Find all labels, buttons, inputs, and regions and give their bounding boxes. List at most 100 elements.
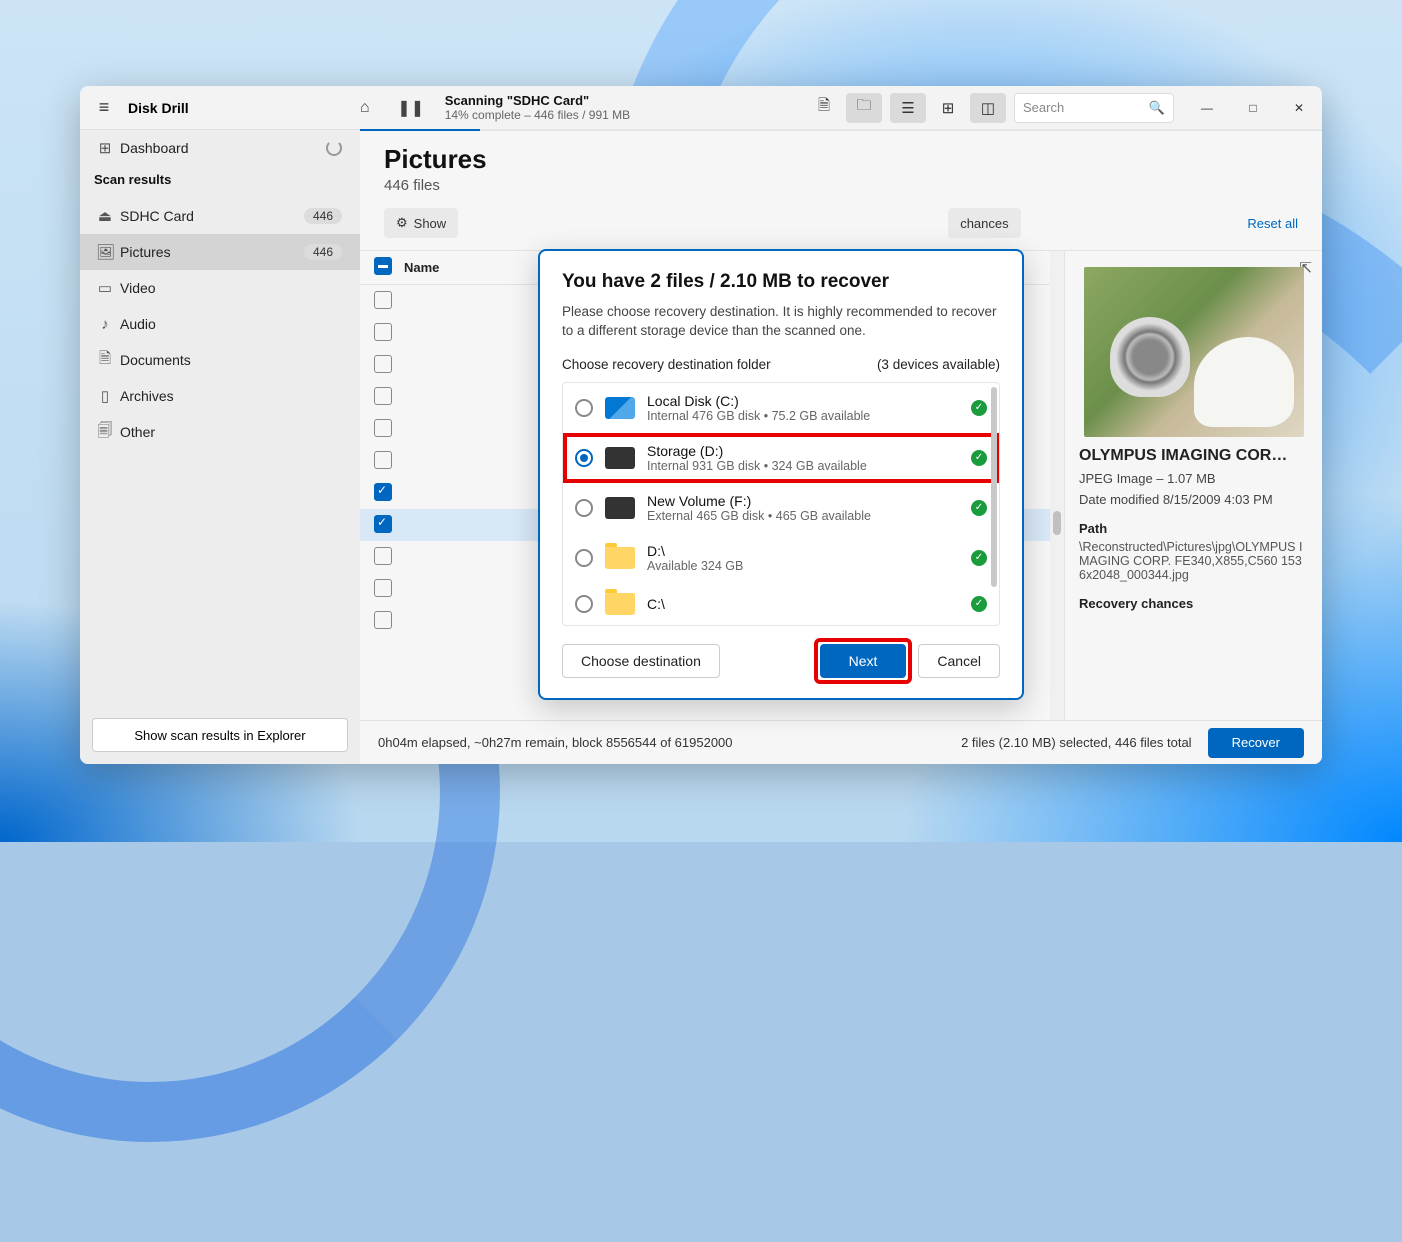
spinner-icon [326, 140, 342, 156]
destination-radio[interactable] [575, 449, 593, 467]
status-selection: 2 files (2.10 MB) selected, 446 files to… [961, 735, 1192, 750]
panel-view-icon[interactable]: ◫ [970, 93, 1006, 123]
show-results-explorer-button[interactable]: Show scan results in Explorer [92, 718, 348, 752]
filter-icon: ⚙ [396, 215, 408, 231]
select-all-checkbox[interactable] [374, 257, 392, 275]
modal-heading: You have 2 files / 2.10 MB to recover [562, 271, 1000, 293]
ok-icon: ✓ [971, 596, 987, 612]
recover-button[interactable]: Recover [1208, 728, 1304, 758]
destination-radio[interactable] [575, 499, 593, 517]
destination-item[interactable]: Local Disk (C:)Internal 476 GB disk • 75… [563, 383, 999, 433]
row-checkbox[interactable] [374, 291, 392, 309]
reset-all-link[interactable]: Reset all [1247, 216, 1298, 231]
minimize-button[interactable]: — [1184, 86, 1230, 130]
preview-chances-label: Recovery chances [1079, 596, 1308, 611]
destination-name: New Volume (F:) [647, 493, 959, 509]
sidebar-item-documents[interactable]: 🗎 Documents [80, 342, 360, 378]
sidebar-item-video[interactable]: ▭ Video [80, 270, 360, 306]
drive-icon [605, 593, 635, 615]
destination-name: C:\ [647, 596, 959, 612]
archives-icon: ▯ [96, 387, 114, 405]
sidebar-label: Audio [120, 316, 156, 332]
sidebar-item-sdhc[interactable]: ⏏ SDHC Card 446 [80, 198, 360, 234]
row-checkbox[interactable] [374, 419, 392, 437]
ok-icon: ✓ [971, 500, 987, 516]
choose-label: Choose recovery destination folder [562, 357, 771, 372]
destination-name: D:\ [647, 543, 959, 559]
search-input[interactable]: Search 🔍 [1014, 93, 1174, 123]
sidebar-label: Documents [120, 352, 191, 368]
drive-icon [605, 397, 635, 419]
row-checkbox[interactable] [374, 547, 392, 565]
row-checkbox[interactable] [374, 387, 392, 405]
preview-date: Date modified 8/15/2009 4:03 PM [1079, 492, 1308, 507]
sidebar-item-pictures[interactable]: 🖼 Pictures 446 [80, 234, 360, 270]
row-checkbox[interactable] [374, 451, 392, 469]
sidebar-label: Archives [120, 388, 174, 404]
scrollbar-thumb[interactable] [1053, 511, 1061, 535]
other-icon: 🗐 [96, 420, 114, 445]
count-badge: 446 [304, 208, 342, 224]
next-button[interactable]: Next [820, 644, 907, 678]
sidebar-label: Video [120, 280, 156, 296]
sidebar-item-other[interactable]: 🗐 Other [80, 414, 360, 450]
close-button[interactable]: ✕ [1276, 86, 1322, 130]
destination-item[interactable]: D:\Available 324 GB ✓ [563, 533, 999, 583]
sidebar-item-archives[interactable]: ▯ Archives [80, 378, 360, 414]
destination-scrollbar[interactable] [991, 387, 997, 587]
maximize-button[interactable]: □ [1230, 86, 1276, 130]
cancel-button[interactable]: Cancel [918, 644, 1000, 678]
next-highlight: Next [818, 642, 909, 680]
sidebar-label: Other [120, 424, 155, 440]
preview-thumbnail [1084, 267, 1304, 437]
destination-sub: Available 324 GB [647, 559, 959, 573]
sidebar-label: SDHC Card [120, 208, 194, 224]
choose-destination-button[interactable]: Choose destination [562, 644, 720, 678]
destination-name: Storage (D:) [647, 443, 959, 459]
destination-list: Local Disk (C:)Internal 476 GB disk • 75… [562, 382, 1000, 626]
table-scrollbar[interactable] [1050, 251, 1064, 720]
show-filter-button[interactable]: ⚙Show [384, 208, 458, 238]
row-checkbox[interactable] [374, 355, 392, 373]
drive-icon [605, 497, 635, 519]
row-checkbox[interactable] [374, 483, 392, 501]
drive-icon: ⏏ [96, 207, 114, 225]
folder-view-icon[interactable]: 🗀 [846, 93, 882, 123]
hamburger-icon[interactable]: ≡ [90, 97, 118, 118]
preview-panel: ⇱ OLYMPUS IMAGING COR… JPEG Image – 1.07… [1064, 251, 1322, 720]
sidebar-label: Pictures [120, 244, 171, 260]
file-view-icon[interactable]: 🗎 [806, 93, 842, 123]
page-subtitle: 446 files [384, 177, 1298, 194]
destination-radio[interactable] [575, 549, 593, 567]
pause-icon[interactable]: ❚❚ [395, 92, 427, 124]
drive-icon [605, 447, 635, 469]
sidebar-dashboard[interactable]: ⊞ Dashboard [80, 130, 360, 166]
scan-progress-track [360, 129, 1322, 131]
grid-view-icon[interactable]: ⊞ [930, 93, 966, 123]
sidebar-item-audio[interactable]: ♪ Audio [80, 306, 360, 342]
search-placeholder: Search [1023, 100, 1064, 115]
destination-item[interactable]: C:\ ✓ [563, 583, 999, 625]
scan-title: Scanning "SDHC Card" [445, 93, 630, 108]
destination-radio[interactable] [575, 595, 593, 613]
sidebar-label: Dashboard [120, 140, 189, 156]
row-checkbox[interactable] [374, 323, 392, 341]
preview-path-label: Path [1079, 521, 1308, 536]
pictures-icon: 🖼 [96, 243, 114, 261]
ok-icon: ✓ [971, 450, 987, 466]
preview-type: JPEG Image – 1.07 MB [1079, 471, 1308, 486]
destination-item[interactable]: New Volume (F:)External 465 GB disk • 46… [563, 483, 999, 533]
chances-filter-button[interactable]: chances [948, 208, 1020, 238]
destination-radio[interactable] [575, 399, 593, 417]
app-window: ≡ Disk Drill ⌂ ❚❚ Scanning "SDHC Card" 1… [80, 86, 1322, 764]
scan-status: Scanning "SDHC Card" 14% complete – 446 … [445, 93, 630, 122]
ok-icon: ✓ [971, 550, 987, 566]
row-checkbox[interactable] [374, 515, 392, 533]
destination-name: Local Disk (C:) [647, 393, 959, 409]
home-icon[interactable]: ⌂ [349, 92, 381, 124]
destination-sub: Internal 931 GB disk • 324 GB available [647, 459, 959, 473]
row-checkbox[interactable] [374, 579, 392, 597]
list-view-icon[interactable]: ☰ [890, 93, 926, 123]
destination-item[interactable]: Storage (D:)Internal 931 GB disk • 324 G… [563, 433, 999, 483]
row-checkbox[interactable] [374, 611, 392, 629]
